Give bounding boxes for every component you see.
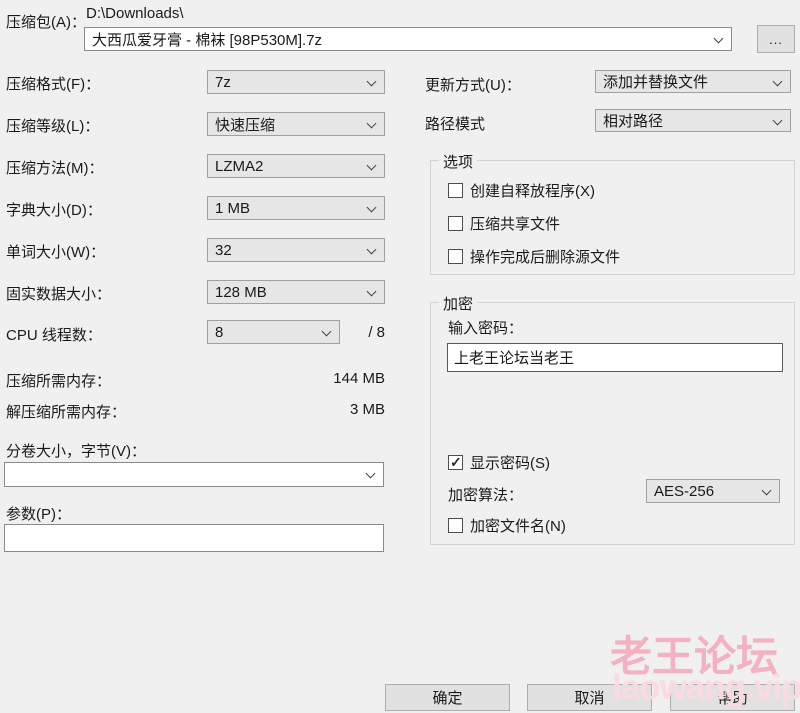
- password-input[interactable]: [447, 343, 783, 372]
- dictionary-value: 1 MB: [215, 200, 250, 217]
- method-select[interactable]: LZMA2: [207, 154, 385, 178]
- checkbox-icon: [448, 216, 463, 231]
- cpu-threads-select[interactable]: 8: [207, 320, 340, 344]
- delete-after-checkbox[interactable]: 操作完成后删除源文件: [448, 246, 620, 267]
- chevron-down-icon: [367, 161, 377, 171]
- word-size-label: 单词大小(W)：: [6, 241, 105, 262]
- options-group: 选项 创建自释放程序(X) 压缩共享文件 操作完成后删除源文件: [430, 160, 795, 275]
- chevron-down-icon: [366, 469, 376, 479]
- browse-button[interactable]: ...: [757, 25, 795, 53]
- level-select[interactable]: 快速压缩: [207, 112, 385, 136]
- path-mode-label: 路径模式: [425, 113, 485, 134]
- cpu-threads-label: CPU 线程数：: [6, 324, 102, 345]
- format-value: 7z: [215, 74, 231, 91]
- encryption-method-value: AES-256: [654, 483, 714, 500]
- create-sfx-checkbox[interactable]: 创建自释放程序(X): [448, 180, 595, 201]
- encrypt-filenames-checkbox[interactable]: 加密文件名(N): [448, 515, 566, 536]
- chevron-down-icon: [773, 77, 783, 87]
- level-label: 压缩等级(L)：: [6, 115, 99, 136]
- memory-decompress-label: 解压缩所需内存：: [6, 401, 126, 422]
- cpu-threads-value: 8: [215, 324, 223, 341]
- method-value: LZMA2: [215, 158, 263, 175]
- checkbox-icon: [448, 183, 463, 198]
- update-mode-label: 更新方式(U)：: [425, 74, 521, 95]
- help-button-label: 帮助: [717, 687, 747, 708]
- ellipsis-icon: ...: [769, 32, 783, 47]
- format-select[interactable]: 7z: [207, 70, 385, 94]
- update-mode-select[interactable]: 添加并替换文件: [595, 70, 791, 93]
- encryption-group: 加密 输入密码： 显示密码(S) 加密算法： AES-256 加密文件名(N): [430, 302, 795, 545]
- word-size-value: 32: [215, 242, 232, 259]
- chevron-down-icon: [714, 34, 724, 44]
- format-label: 压缩格式(F)：: [6, 73, 100, 94]
- help-button[interactable]: 帮助: [670, 684, 795, 711]
- archive-label: 压缩包(A)：: [6, 11, 86, 32]
- checkbox-checked-icon: [448, 455, 463, 470]
- update-mode-value: 添加并替换文件: [603, 71, 708, 92]
- path-mode-select[interactable]: 相对路径: [595, 109, 791, 132]
- chevron-down-icon: [367, 203, 377, 213]
- level-value: 快速压缩: [215, 114, 275, 135]
- cancel-button-label: 取消: [574, 687, 604, 708]
- chevron-down-icon: [367, 77, 377, 87]
- memory-decompress-value: 3 MB: [280, 401, 385, 418]
- chevron-down-icon: [322, 327, 332, 337]
- show-password-checkbox[interactable]: 显示密码(S): [448, 452, 550, 473]
- cancel-button[interactable]: 取消: [527, 684, 652, 711]
- checkbox-icon: [448, 249, 463, 264]
- chevron-down-icon: [367, 119, 377, 129]
- encryption-group-title: 加密: [439, 293, 477, 314]
- volume-size-combobox[interactable]: [4, 462, 384, 487]
- chevron-down-icon: [367, 245, 377, 255]
- cpu-threads-max: / 8: [345, 324, 385, 341]
- password-label: 输入密码：: [448, 317, 523, 338]
- options-group-title: 选项: [439, 151, 477, 172]
- archive-name-combobox[interactable]: 大西瓜爱牙膏 - 棉袜 [98P530M].7z: [84, 27, 732, 51]
- archive-directory: D:\Downloads\: [86, 5, 184, 22]
- chevron-down-icon: [367, 287, 377, 297]
- checkbox-icon: [448, 518, 463, 533]
- delete-after-label: 操作完成后删除源文件: [470, 246, 620, 267]
- encrypt-filenames-label: 加密文件名(N): [470, 515, 566, 536]
- volume-size-label: 分卷大小，字节(V)：: [6, 440, 146, 461]
- method-label: 压缩方法(M)：: [6, 157, 104, 178]
- parameters-input[interactable]: [4, 524, 384, 552]
- dictionary-label: 字典大小(D)：: [6, 199, 102, 220]
- path-mode-value: 相对路径: [603, 110, 663, 131]
- create-sfx-label: 创建自释放程序(X): [470, 180, 595, 201]
- encryption-method-select[interactable]: AES-256: [646, 479, 780, 503]
- solid-block-value: 128 MB: [215, 284, 267, 301]
- archive-name-value: 大西瓜爱牙膏 - 棉袜 [98P530M].7z: [92, 29, 322, 50]
- compress-shared-checkbox[interactable]: 压缩共享文件: [448, 213, 560, 234]
- memory-compress-label: 压缩所需内存：: [6, 370, 111, 391]
- watermark-title: 老王论坛: [610, 623, 778, 684]
- solid-block-label: 固实数据大小：: [6, 283, 111, 304]
- memory-compress-value: 144 MB: [280, 370, 385, 387]
- word-size-select[interactable]: 32: [207, 238, 385, 262]
- show-password-label: 显示密码(S): [470, 452, 550, 473]
- 7zip-add-archive-dialog: { "archive": { "label": "压缩包(A)：", "dir"…: [0, 0, 800, 713]
- solid-block-select[interactable]: 128 MB: [207, 280, 385, 304]
- chevron-down-icon: [773, 116, 783, 126]
- ok-button[interactable]: 确定: [385, 684, 510, 711]
- encryption-method-label: 加密算法：: [448, 484, 523, 505]
- chevron-down-icon: [762, 486, 772, 496]
- dictionary-select[interactable]: 1 MB: [207, 196, 385, 220]
- compress-shared-label: 压缩共享文件: [470, 213, 560, 234]
- ok-button-label: 确定: [432, 687, 462, 708]
- parameters-label: 参数(P)：: [6, 503, 71, 524]
